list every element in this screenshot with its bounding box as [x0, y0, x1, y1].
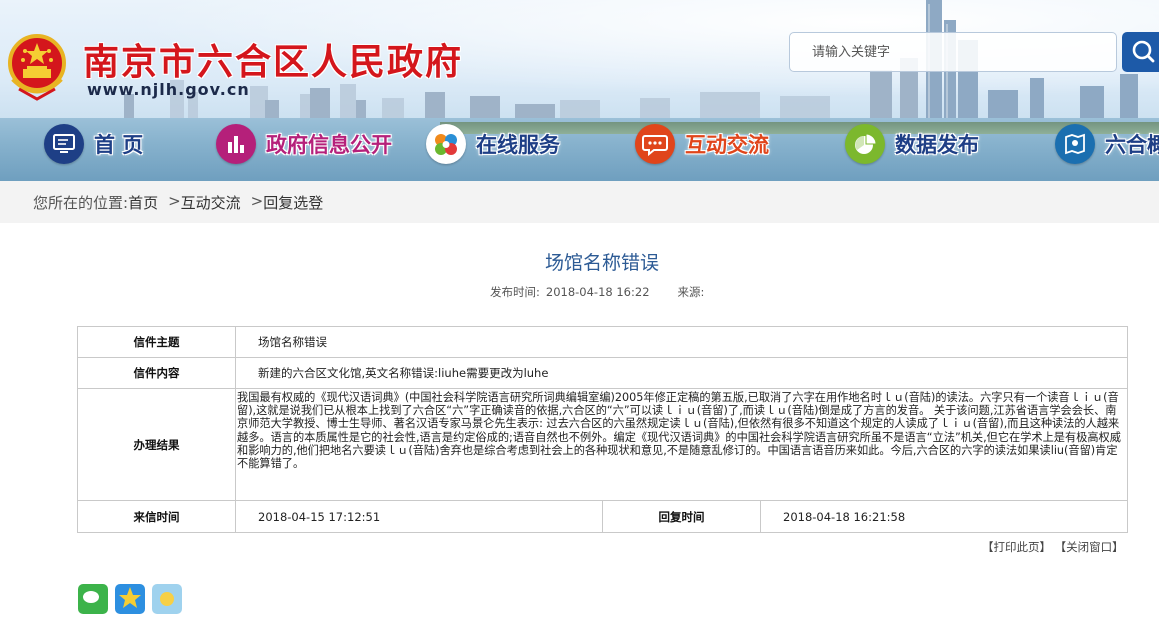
- received-time-label: 来信时间: [77, 500, 236, 533]
- nav-item-gov-info[interactable]: 政府信息公开: [216, 121, 392, 167]
- breadcrumb-separator: >: [168, 192, 181, 210]
- nav-item-luhe-overview[interactable]: 六合概: [1055, 121, 1159, 167]
- weibo-icon: [160, 592, 174, 606]
- pie-chart-icon: [845, 124, 885, 164]
- chat-icon: [635, 124, 675, 164]
- pinwheel-icon: [426, 124, 466, 164]
- publish-time-label: 发布时间:: [490, 285, 540, 299]
- search-icon: [1132, 40, 1155, 63]
- nav-item-online-service[interactable]: 在线服务: [426, 121, 560, 167]
- breadcrumb-link-interaction[interactable]: 互动交流: [181, 192, 241, 213]
- letter-table: 信件主题 场馆名称错误 信件内容 新建的六合区文化馆,英文名称错误:liuhe需…: [77, 326, 1129, 533]
- table-row-times: 来信时间 2018-04-15 17:12:51 回复时间 2018-04-18…: [77, 500, 1129, 533]
- source-label: 来源:: [677, 285, 705, 299]
- subject-value: 场馆名称错误: [234, 326, 1129, 358]
- site-header: 南京市六合区人民政府 www.njlh.gov.cn 首 页: [0, 0, 1159, 181]
- breadcrumb-separator: >: [250, 192, 264, 210]
- nav-label-gov-info: 政府信息公开: [266, 133, 392, 157]
- nav-label-home: 首 页: [94, 133, 144, 157]
- table-row-content: 信件内容 新建的六合区文化馆,英文名称错误:liuhe需要更改为luhe: [77, 357, 1129, 389]
- wechat-icon: [83, 591, 99, 603]
- site-url: www.njlh.gov.cn: [87, 80, 250, 99]
- content-label: 信件内容: [77, 357, 236, 389]
- nav-item-data-release[interactable]: 数据发布: [845, 121, 979, 167]
- qzone-share-icon[interactable]: [115, 584, 145, 614]
- nav-item-home[interactable]: 首 页: [44, 121, 143, 167]
- reply-time-label: 回复时间: [602, 500, 761, 533]
- close-window-link[interactable]: 【关闭窗口】: [1055, 540, 1124, 554]
- result-label: 办理结果: [77, 388, 236, 501]
- received-time-value: 2018-04-15 17:12:51: [235, 500, 603, 533]
- wechat-share-icon[interactable]: [78, 584, 108, 614]
- monitor-icon: [44, 124, 84, 164]
- site-title[interactable]: 南京市六合区人民政府: [83, 33, 463, 85]
- search-button[interactable]: [1122, 32, 1159, 72]
- print-page-link[interactable]: 【打印此页】: [982, 540, 1051, 554]
- subject-label: 信件主题: [77, 326, 236, 358]
- breadcrumb: 您所在的位置: 首页 > 互动交流 > 回复选登: [0, 181, 1159, 223]
- table-row-subject: 信件主题 场馆名称错误: [77, 326, 1129, 358]
- reply-time-value: 2018-04-18 16:21:58: [759, 500, 1129, 533]
- breadcrumb-link-replies[interactable]: 回复选登: [263, 192, 323, 213]
- breadcrumb-prefix: 您所在的位置:: [33, 194, 129, 212]
- nav-item-interaction[interactable]: 互动交流: [635, 121, 769, 167]
- nav-label-interaction: 互动交流: [685, 133, 769, 157]
- table-row-result: 办理结果 我国最有权威的《现代汉语词典》(中国社会科学院语言研究所词典编辑室编)…: [77, 388, 1129, 501]
- page-actions: 【打印此页】 【关闭窗口】: [982, 539, 1124, 555]
- article-title: 场馆名称错误: [544, 252, 659, 274]
- national-emblem-icon: [8, 34, 66, 101]
- nav-label-luhe-overview: 六合概: [1105, 133, 1159, 157]
- content-value: 新建的六合区文化馆,英文名称错误:liuhe需要更改为luhe: [234, 357, 1129, 389]
- publish-time: 2018-04-18 16:22: [545, 285, 650, 299]
- search-input[interactable]: [790, 33, 1116, 71]
- result-value: 我国最有权威的《现代汉语词典》(中国社会科学院语言研究所词典编辑室编)2005年…: [234, 388, 1129, 501]
- map-icon: [1055, 124, 1095, 164]
- weibo-share-icon[interactable]: [152, 584, 182, 614]
- star-icon: [119, 587, 141, 608]
- nav-label-data-release: 数据发布: [895, 133, 979, 157]
- nav-label-online-service: 在线服务: [476, 133, 560, 157]
- article-meta: 发布时间: 2018-04-18 16:22 来源:: [490, 284, 716, 300]
- chart-bar-icon: [216, 124, 256, 164]
- breadcrumb-link-home[interactable]: 首页: [128, 192, 158, 213]
- search-box: [789, 32, 1117, 72]
